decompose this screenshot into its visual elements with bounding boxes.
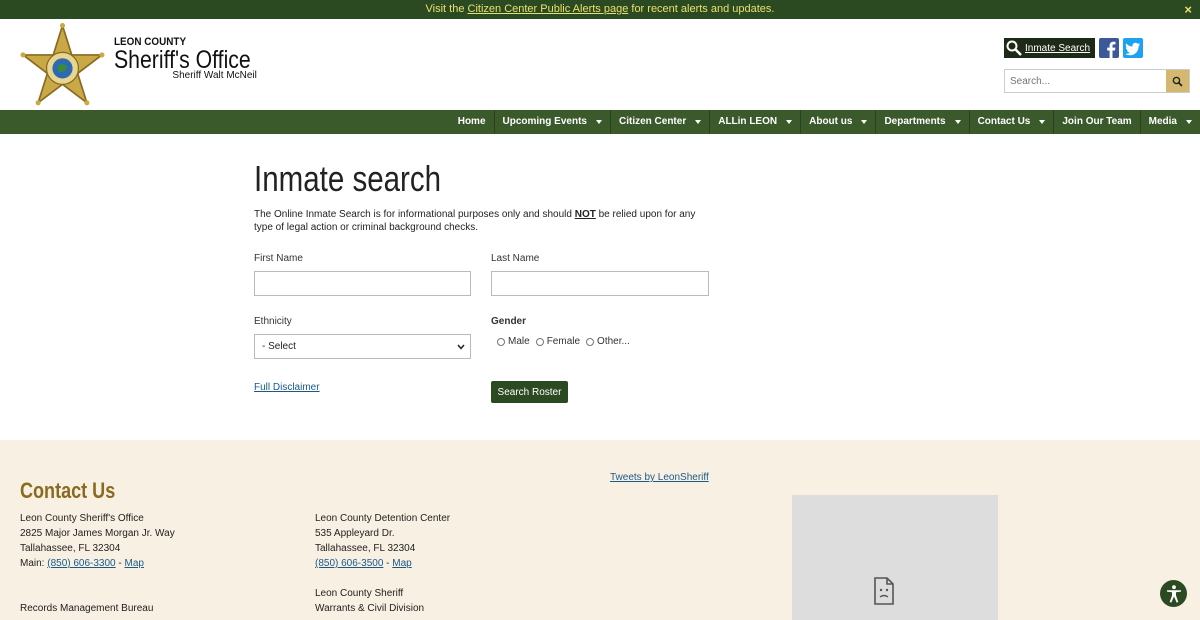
search-icon: [1172, 76, 1183, 87]
site-search-button[interactable]: [1166, 70, 1189, 92]
site-search-input[interactable]: [1005, 70, 1166, 92]
caret-down-icon: [1186, 120, 1192, 124]
caret-down-icon: [695, 120, 702, 124]
brand-logo[interactable]: LEON COUNTY Sheriff's Office Sheriff Wal…: [114, 36, 275, 81]
nav-item-contact-us[interactable]: Contact Us: [968, 110, 1054, 134]
first-name-input[interactable]: [254, 271, 471, 296]
gender-radio-other[interactable]: Other...: [586, 336, 630, 347]
alert-close-icon[interactable]: ×: [1184, 0, 1192, 19]
ethnicity-selected-value: - Select: [262, 341, 296, 352]
ethnicity-label: Ethnicity: [254, 316, 292, 327]
detention-center-address: Leon County Detention Center 535 Appleya…: [315, 513, 451, 569]
magnifier-icon: [1006, 40, 1022, 56]
search-roster-button[interactable]: Search Roster: [491, 381, 568, 403]
twitter-icon[interactable]: [1123, 38, 1143, 58]
gender-radio-group: Male Female Other...: [497, 336, 630, 347]
tweets-link[interactable]: Tweets by LeonSheriff: [610, 472, 709, 483]
radio-circle-icon[interactable]: [586, 337, 595, 346]
caret-down-icon: [954, 120, 961, 124]
office-map-link[interactable]: Map: [125, 558, 144, 569]
nav-item-media[interactable]: Media: [1139, 110, 1200, 134]
map-embed-placeholder[interactable]: [792, 495, 998, 620]
site-header: LEON COUNTY Sheriff's Office Sheriff Wal…: [0, 19, 1200, 110]
last-name-label: Last Name: [491, 253, 540, 264]
nav-item-home[interactable]: Home: [450, 110, 494, 134]
detention-phone-link[interactable]: (850) 606-3500: [315, 558, 383, 569]
radio-circle-icon[interactable]: [497, 337, 505, 346]
caret-down-icon: [861, 120, 868, 124]
alert-prefix: Visit the: [425, 3, 468, 15]
full-disclaimer-link[interactable]: Full Disclaimer: [254, 382, 320, 393]
sheriff-star-badge-icon[interactable]: [19, 23, 106, 107]
office-phone-link[interactable]: (850) 606-3300: [47, 558, 115, 569]
accessibility-icon[interactable]: [1160, 580, 1187, 607]
footer-contact-title: Contact Us: [20, 478, 116, 503]
facebook-icon[interactable]: [1099, 38, 1119, 58]
caret-down-icon: [786, 120, 793, 124]
nav-item-departments[interactable]: Departments: [875, 110, 968, 134]
nav-item-join-our-team[interactable]: Join Our Team: [1053, 110, 1139, 134]
main-nav: Home Upcoming Events Citizen Center ALLin L…: [0, 110, 1200, 134]
warrants-civil-division: Leon County Sheriff Warrants & Civil Div…: [315, 588, 425, 614]
caret-down-icon: [595, 120, 602, 124]
brand-line-office: Sheriff's Office: [114, 46, 251, 74]
caret-down-icon: [1039, 120, 1046, 124]
first-name-label: First Name: [254, 253, 303, 264]
intro-text: The Online Inmate Search is for informat…: [254, 209, 696, 233]
sheriffs-office-address: Leon County Sheriff's Office 2825 Major …: [20, 513, 175, 569]
chevron-down-icon: [457, 344, 465, 350]
intro-not-emphasis: NOT: [574, 209, 596, 220]
nav-item-allin-leon[interactable]: ALLin LEON: [709, 110, 800, 134]
nav-item-citizen-center[interactable]: Citizen Center: [609, 110, 709, 134]
nav-item-upcoming-events[interactable]: Upcoming Events: [493, 110, 610, 134]
gender-radio-female[interactable]: Female: [535, 336, 580, 347]
detention-map-link[interactable]: Map: [392, 558, 411, 569]
gender-label: Gender: [491, 316, 527, 327]
last-name-input[interactable]: [491, 271, 709, 296]
broken-document-icon: [874, 577, 894, 605]
inmate-search-label: Inmate Search: [1025, 42, 1091, 54]
gender-radio-male[interactable]: Male: [497, 336, 530, 347]
ethnicity-select[interactable]: - Select: [254, 334, 471, 359]
alert-suffix: for recent alerts and updates.: [628, 3, 775, 15]
public-alerts-link[interactable]: Citizen Center Public Alerts page: [468, 3, 629, 15]
nav-item-about-us[interactable]: About us: [800, 110, 875, 134]
records-bureau: Records Management Bureau: [20, 603, 154, 614]
alert-bar: Visit the Citizen Center Public Alerts p…: [0, 0, 1200, 19]
site-search: [1004, 69, 1190, 93]
page-title: Inmate search: [254, 158, 442, 199]
inmate-search-header-button[interactable]: Inmate Search: [1004, 38, 1095, 58]
site-footer: Contact Us Leon County Sheriff's Office …: [0, 440, 1200, 620]
radio-circle-icon[interactable]: [535, 337, 544, 346]
